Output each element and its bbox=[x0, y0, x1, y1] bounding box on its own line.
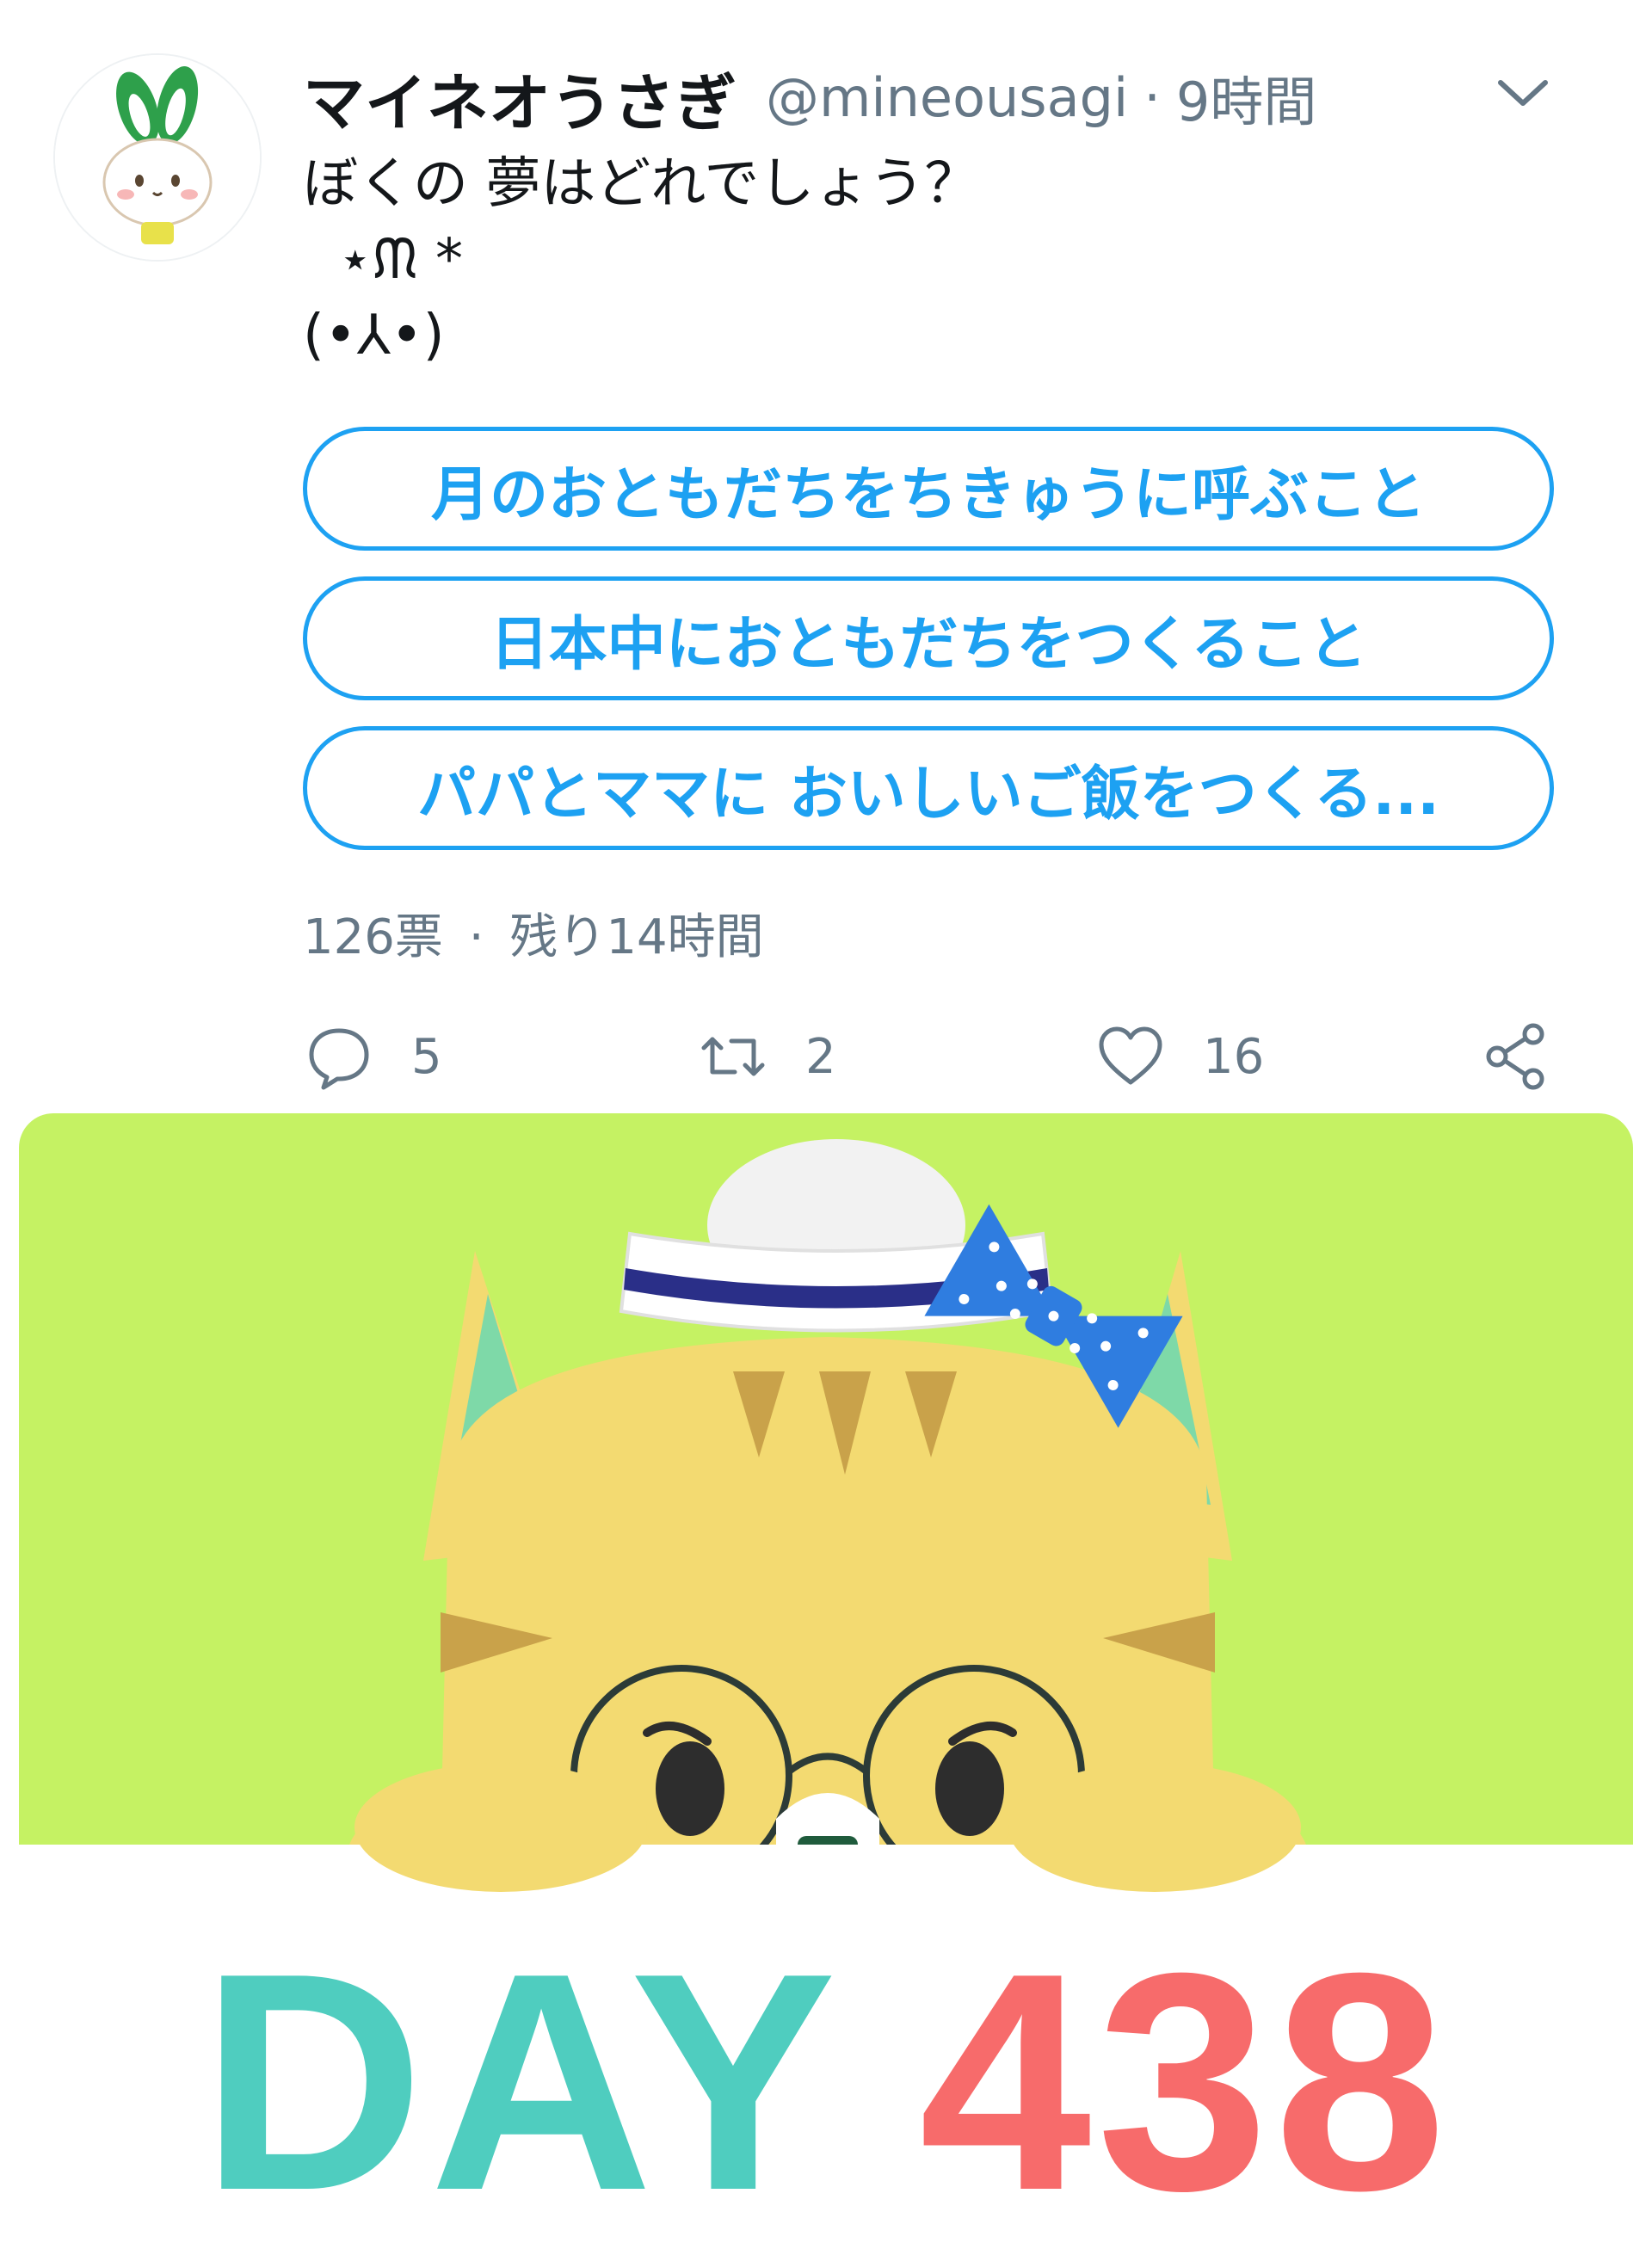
poll-option-2[interactable]: 日本中におともだちをつくること bbox=[303, 576, 1554, 700]
like-button[interactable]: 16 bbox=[1094, 1014, 1264, 1100]
action-bar: 5 2 16 bbox=[303, 1014, 1559, 1100]
separator-dot: · bbox=[468, 909, 484, 965]
poll-votes: 126票 bbox=[303, 909, 443, 965]
day-word: DAY bbox=[200, 1909, 842, 2255]
retweet-button[interactable]: 2 bbox=[697, 1014, 836, 1100]
tweet-text-line: ⋆ᙏ * bbox=[303, 228, 464, 292]
day-number: 438 bbox=[919, 1909, 1452, 2255]
poll: 月のおともだちをちきゅうに呼ぶこと 日本中におともだちをつくること パパとママに… bbox=[303, 427, 1554, 876]
tweet-text: ぼくの 夢はどれでしょう？ ⋆ᙏ * (•⅄•) bbox=[303, 146, 1550, 373]
poll-remaining: 残り14時間 bbox=[509, 909, 764, 965]
day-counter: DAY 438 bbox=[0, 1927, 1652, 2237]
reply-count: 5 bbox=[411, 1028, 442, 1085]
user-handle[interactable]: @mineousagi bbox=[766, 66, 1128, 129]
tweet-header: マイネオうさぎ @mineousagi · 9時間 bbox=[303, 50, 1550, 145]
poll-option-1[interactable]: 月のおともだちをちきゅうに呼ぶこと bbox=[303, 427, 1554, 551]
retweet-icon bbox=[701, 1037, 765, 1076]
chevron-down-icon[interactable] bbox=[1489, 67, 1557, 119]
timestamp[interactable]: 9時間 bbox=[1176, 59, 1316, 136]
tweet-text-line: (•⅄•) bbox=[303, 304, 445, 367]
share-icon bbox=[1486, 1023, 1544, 1090]
reply-icon bbox=[309, 1028, 369, 1090]
heart-icon bbox=[1099, 1026, 1162, 1085]
reply-button[interactable]: 5 bbox=[303, 1014, 442, 1100]
poll-meta: 126票 · 残り14時間 bbox=[303, 898, 764, 968]
share-button[interactable] bbox=[1482, 1014, 1554, 1100]
separator-dot: · bbox=[1143, 65, 1161, 129]
tweet-text-line: ぼくの 夢はどれでしょう？ bbox=[303, 152, 980, 216]
display-name[interactable]: マイネオうさぎ bbox=[303, 52, 737, 143]
like-count: 16 bbox=[1203, 1028, 1265, 1085]
retweet-count: 2 bbox=[805, 1028, 836, 1085]
poll-option-3[interactable]: パパとママに おいしいご飯をつくる... bbox=[303, 726, 1554, 850]
avatar[interactable] bbox=[53, 53, 262, 262]
rabbit-avatar-icon bbox=[55, 55, 260, 260]
